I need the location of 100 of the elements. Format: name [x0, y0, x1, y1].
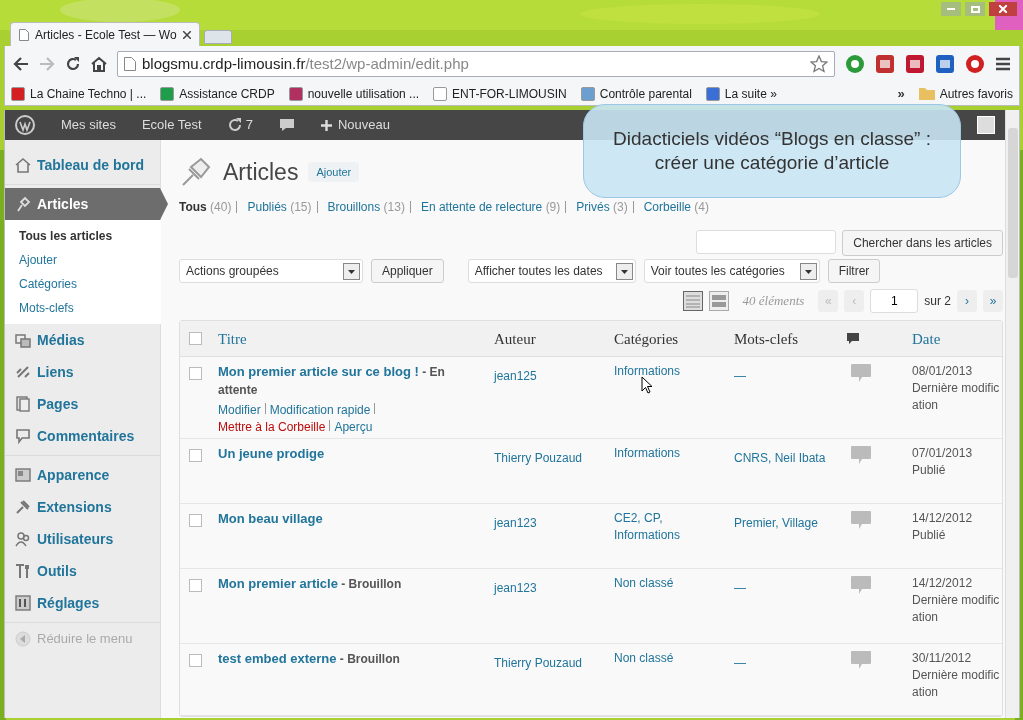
bookmark[interactable]: ENT-FOR-LIMOUSIN — [433, 84, 567, 103]
filter-button[interactable]: Filtrer — [827, 259, 881, 283]
maximize-icon[interactable] — [965, 2, 985, 16]
extension-icon[interactable] — [905, 54, 925, 74]
extension-icon[interactable] — [845, 54, 865, 74]
column-header[interactable]: Titre — [218, 330, 247, 347]
row-action-link[interactable]: Modifier — [218, 402, 261, 419]
post-title[interactable]: Mon premier article sur ce blog ! - En attente — [218, 363, 486, 399]
forward-icon[interactable] — [39, 57, 55, 71]
new-menu[interactable]: Nouveau — [320, 115, 390, 135]
menu-item[interactable]: Pages — [5, 388, 160, 420]
tag-link[interactable]: — — [734, 369, 746, 383]
menu-icon[interactable] — [995, 57, 1011, 71]
address-bar[interactable]: blogsmu.crdp-limousin.fr/test2/wp-admin/edit.php — [117, 51, 835, 77]
close-icon[interactable] — [183, 30, 191, 39]
status-filter-link[interactable]: En attente de relecture (9) — [420, 198, 561, 216]
menu-item[interactable]: Médias — [5, 324, 160, 356]
row-action-link[interactable]: Modification rapide — [269, 402, 371, 419]
status-filter-link[interactable]: Tous (40) — [179, 198, 232, 216]
status-filter-link[interactable]: Privés (3) — [576, 198, 628, 216]
dropdown[interactable]: Voir toutes les catégories — [643, 259, 820, 283]
post-title[interactable]: Mon premier article - Brouillon — [218, 575, 486, 593]
page-button[interactable]: › — [957, 290, 977, 312]
author-link[interactable]: Thierry Pouzaud — [494, 656, 583, 670]
comment-bubble-icon[interactable] — [850, 445, 872, 465]
bookmark[interactable]: nouvelle utilisation ... — [288, 84, 420, 103]
category-link[interactable]: CE2, CP, Informations — [614, 510, 716, 544]
author-link[interactable]: jean123 — [494, 516, 537, 530]
home-icon[interactable] — [91, 56, 107, 72]
admin-bar-link[interactable]: Ecole Test — [141, 115, 202, 135]
dropdown[interactable]: Actions groupées — [179, 259, 363, 283]
author-link[interactable]: jean123 — [494, 581, 537, 595]
menu-item[interactable]: Réglages — [5, 587, 160, 619]
tag-link[interactable]: Premier, Village — [734, 516, 818, 530]
checkbox[interactable] — [188, 514, 202, 527]
scrollbar[interactable] — [1005, 110, 1019, 718]
post-title[interactable]: Un jeune prodige — [218, 445, 486, 462]
row-action-link[interactable]: Aperçu — [334, 419, 373, 436]
menu-item[interactable]: Apparence — [5, 459, 160, 491]
column-header[interactable]: Date — [912, 330, 941, 347]
tag-link[interactable]: — — [734, 656, 746, 670]
checkbox[interactable] — [188, 654, 202, 667]
checkbox[interactable] — [188, 332, 202, 345]
checkbox[interactable] — [188, 579, 202, 592]
apply-button[interactable]: Appliquer — [371, 259, 444, 283]
wordpress-logo-icon[interactable] — [15, 115, 35, 135]
dropdown[interactable]: Afficher toutes les dates — [467, 259, 636, 283]
avatar-icon[interactable] — [977, 116, 995, 134]
close-icon[interactable] — [989, 2, 1017, 16]
excerpt-view-icon[interactable] — [708, 291, 729, 311]
extension-icon[interactable] — [875, 54, 895, 74]
bookmark-folder[interactable]: Autres favoris — [918, 84, 1013, 103]
bookmark[interactable]: La suite » — [705, 84, 777, 103]
category-link[interactable]: Informations — [614, 363, 716, 380]
more-bookmarks[interactable]: » — [897, 83, 905, 104]
search-button[interactable]: Chercher dans les articles — [842, 230, 1003, 256]
admin-bar-link[interactable]: Mes sites — [61, 115, 116, 135]
status-filter-link[interactable]: Corbeille (4) — [643, 198, 710, 216]
category-link[interactable]: Informations — [614, 445, 716, 462]
list-view-icon[interactable] — [682, 291, 703, 311]
post-title[interactable]: test embed externe - Brouillon — [218, 650, 486, 668]
row-action-link[interactable]: Mettre à la Corbeille — [218, 419, 326, 436]
updates-link[interactable]: 7 — [227, 115, 253, 135]
extension-icon[interactable] — [965, 54, 985, 74]
bookmark[interactable]: La Chaine Techno | ... — [11, 84, 147, 103]
submenu-item[interactable]: Ajouter — [5, 248, 161, 272]
author-link[interactable]: Thierry Pouzaud — [494, 451, 583, 465]
page-number-field[interactable]: 1 — [870, 289, 919, 313]
checkbox[interactable] — [188, 367, 202, 380]
menu-item[interactable]: Tableau de bord — [5, 149, 160, 181]
new-tab-button[interactable] — [204, 30, 232, 44]
status-filter-link[interactable]: Brouillons (13) — [327, 198, 405, 216]
page-button[interactable]: » — [983, 290, 1003, 312]
submenu-item[interactable]: Mots-clefs — [5, 296, 161, 320]
extension-icon[interactable] — [935, 54, 955, 74]
reload-icon[interactable] — [65, 56, 81, 72]
checkbox[interactable] — [188, 449, 202, 462]
author-link[interactable]: jean125 — [494, 369, 537, 383]
bookmark[interactable]: Assistance CRDP — [160, 84, 275, 103]
browser-tab[interactable]: Articles - Ecole Test — Wo — [10, 22, 200, 46]
search-field[interactable] — [696, 230, 837, 254]
post-title[interactable]: Mon beau village — [218, 510, 486, 527]
comment-bubble-icon[interactable] — [850, 363, 872, 383]
tag-link[interactable]: — — [734, 581, 746, 595]
submenu-item[interactable]: Catégories — [5, 272, 161, 296]
minimize-icon[interactable] — [941, 2, 961, 16]
menu-item[interactable]: Utilisateurs — [5, 523, 160, 555]
category-link[interactable]: Non classé — [614, 575, 716, 592]
submenu-item[interactable]: Tous les articles — [5, 224, 161, 248]
menu-item[interactable]: Outils — [5, 555, 160, 587]
menu-item[interactable]: Commentaires — [5, 420, 160, 452]
menu-item[interactable]: Articles — [5, 188, 168, 220]
tag-link[interactable]: CNRS, Neil Ibata — [734, 451, 826, 465]
menu-item[interactable]: Extensions — [5, 491, 160, 523]
comment-icon[interactable] — [278, 118, 295, 132]
category-link[interactable]: Non classé — [614, 650, 716, 667]
add-new-button[interactable]: Ajouter — [308, 161, 360, 183]
back-icon[interactable] — [13, 57, 29, 71]
bookmark[interactable]: Contrôle parental — [580, 84, 692, 103]
status-filter-link[interactable]: Publiés (15) — [247, 198, 312, 216]
